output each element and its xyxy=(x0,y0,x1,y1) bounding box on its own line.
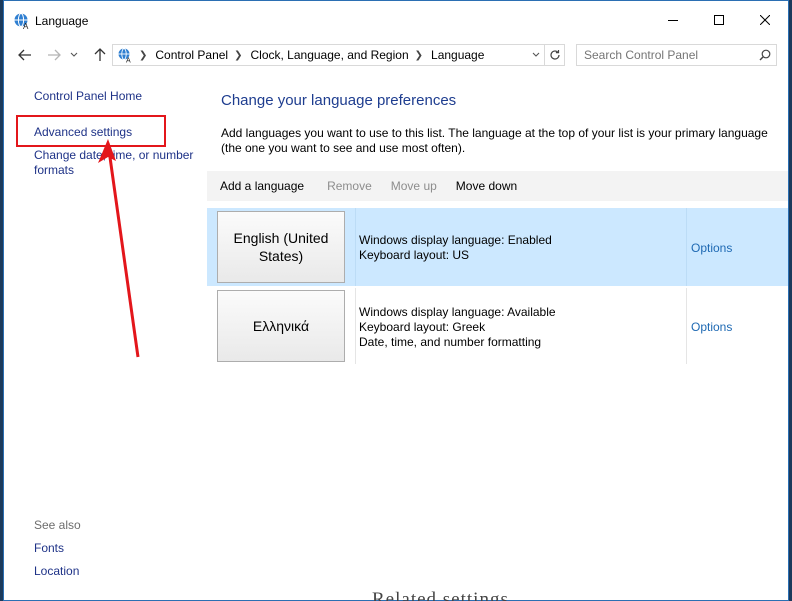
close-icon xyxy=(760,15,770,25)
recent-locations-button[interactable] xyxy=(67,45,81,65)
change-date-time-formats-link[interactable]: Change date, time, or number formats xyxy=(34,148,204,178)
control-panel-home-link[interactable]: Control Panel Home xyxy=(34,89,142,103)
background-window-text: Related settings xyxy=(372,589,509,601)
chevron-right-icon[interactable]: ❯ xyxy=(415,50,423,61)
language-tile[interactable]: Ελληνικά xyxy=(217,290,345,362)
chevron-down-icon xyxy=(532,52,539,57)
language-tile[interactable]: English (United States) xyxy=(217,211,345,283)
breadcrumb-language[interactable]: Language xyxy=(431,48,484,62)
language-row-greek[interactable]: Ελληνικά Windows display language: Avail… xyxy=(207,288,788,364)
chevron-down-icon xyxy=(70,52,78,57)
keyboard-layout: Keyboard layout: US xyxy=(359,248,470,262)
page-heading: Change your language preferences xyxy=(221,92,457,109)
refresh-icon xyxy=(549,50,560,60)
remove-button[interactable]: Remove xyxy=(327,179,372,193)
display-language-status: Windows display language: Enabled xyxy=(359,233,552,247)
maximize-icon xyxy=(714,15,724,25)
breadcrumb-control-panel[interactable]: Control Panel xyxy=(155,48,228,62)
location-link[interactable]: Location xyxy=(34,564,79,578)
forward-button[interactable] xyxy=(43,45,65,65)
close-button[interactable] xyxy=(742,1,788,39)
address-bar[interactable]: A ❯ Control Panel ❯ Clock, Language, and… xyxy=(112,44,565,66)
see-also-heading: See also xyxy=(34,518,81,532)
language-toolbar: Add a language Remove Move up Move down xyxy=(207,171,788,201)
add-language-button[interactable]: Add a language xyxy=(220,179,304,193)
title-bar: A Language xyxy=(4,1,788,39)
display-language-status: Windows display language: Available xyxy=(359,305,556,319)
back-button[interactable] xyxy=(14,45,36,65)
breadcrumb-clock-language-region[interactable]: Clock, Language, and Region xyxy=(251,48,409,62)
move-up-button[interactable]: Move up xyxy=(391,179,437,193)
language-row-english[interactable]: English (United States) Windows display … xyxy=(207,208,788,286)
control-panel-icon: A xyxy=(117,47,133,65)
minimize-icon xyxy=(668,20,678,21)
page-description: Add languages you want to use to this li… xyxy=(221,126,768,155)
window-title: Language xyxy=(35,14,89,28)
move-down-button[interactable]: Move down xyxy=(456,179,517,193)
annotation-highlight-box xyxy=(16,115,166,147)
language-info: Windows display language: Enabled Keyboa… xyxy=(359,233,552,263)
options-link[interactable]: Options xyxy=(691,241,732,255)
svg-text:A: A xyxy=(23,22,29,30)
chevron-right-icon[interactable]: ❯ xyxy=(139,50,147,61)
options-link[interactable]: Options xyxy=(691,320,732,334)
search-box[interactable] xyxy=(576,44,777,66)
language-app-icon: A xyxy=(13,12,31,31)
language-window: A Language A ❯ Control Panel ❯ Clock, La… xyxy=(3,0,789,601)
svg-text:A: A xyxy=(126,58,131,64)
arrow-left-icon xyxy=(18,49,31,61)
keyboard-layout: Keyboard layout: Greek xyxy=(359,320,486,334)
search-icon[interactable] xyxy=(754,49,776,61)
refresh-button[interactable] xyxy=(544,45,564,65)
minimize-button[interactable] xyxy=(650,1,696,39)
address-history-button[interactable] xyxy=(526,45,544,65)
language-info: Windows display language: Available Keyb… xyxy=(359,305,556,350)
search-input[interactable] xyxy=(584,48,754,62)
chevron-right-icon[interactable]: ❯ xyxy=(234,50,242,61)
maximize-button[interactable] xyxy=(696,1,742,39)
formatting-info: Date, time, and number formatting xyxy=(359,335,542,349)
arrow-up-icon xyxy=(94,48,106,61)
arrow-right-icon xyxy=(48,49,61,61)
up-button[interactable] xyxy=(89,45,111,65)
fonts-link[interactable]: Fonts xyxy=(34,541,64,555)
